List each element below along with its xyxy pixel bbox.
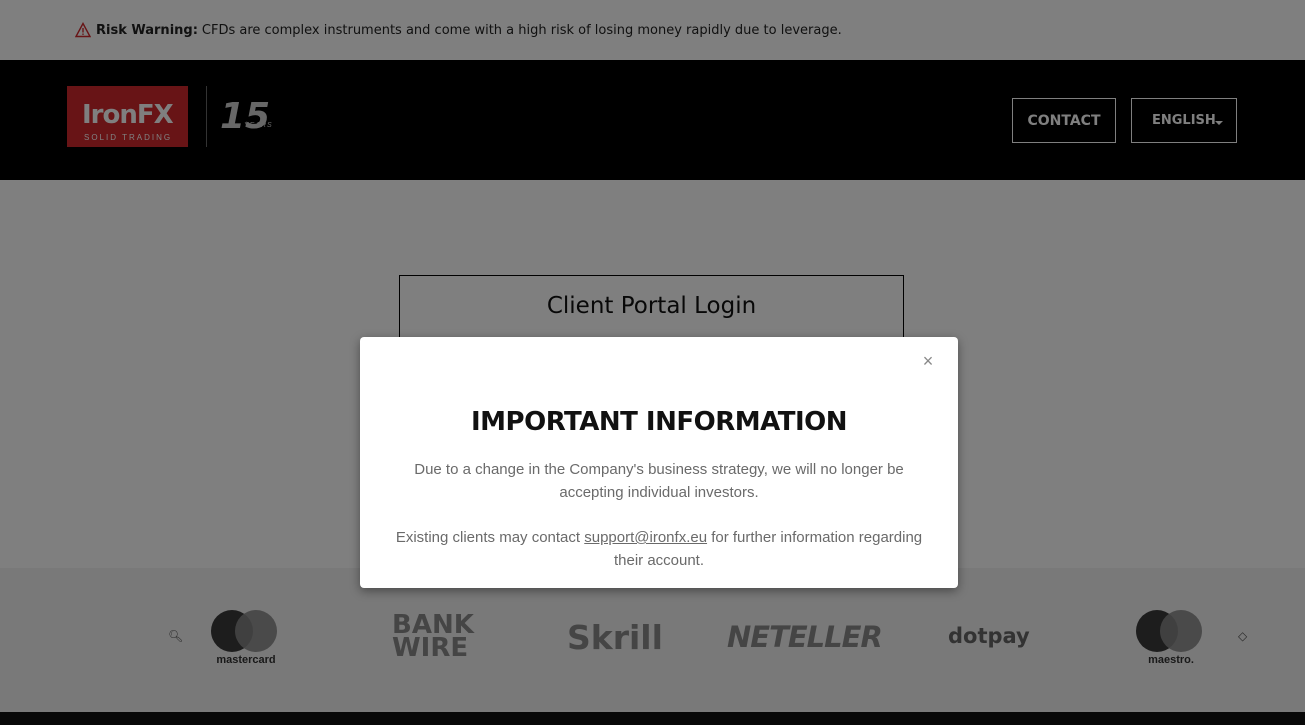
close-icon[interactable]: ×: [918, 351, 938, 371]
modal-paragraph-contact: Existing clients may contact support@iro…: [385, 526, 933, 572]
important-information-modal: × IMPORTANT INFORMATION Due to a change …: [360, 337, 958, 588]
modal-paragraph-strategy: Due to a change in the Company's busines…: [414, 461, 904, 501]
modal-title: IMPORTANT INFORMATION: [470, 407, 848, 437]
support-email-link[interactable]: support@ironfx.eu: [584, 529, 707, 546]
modal-paragraph-contact-prefix: Existing clients may contact: [395, 529, 585, 546]
